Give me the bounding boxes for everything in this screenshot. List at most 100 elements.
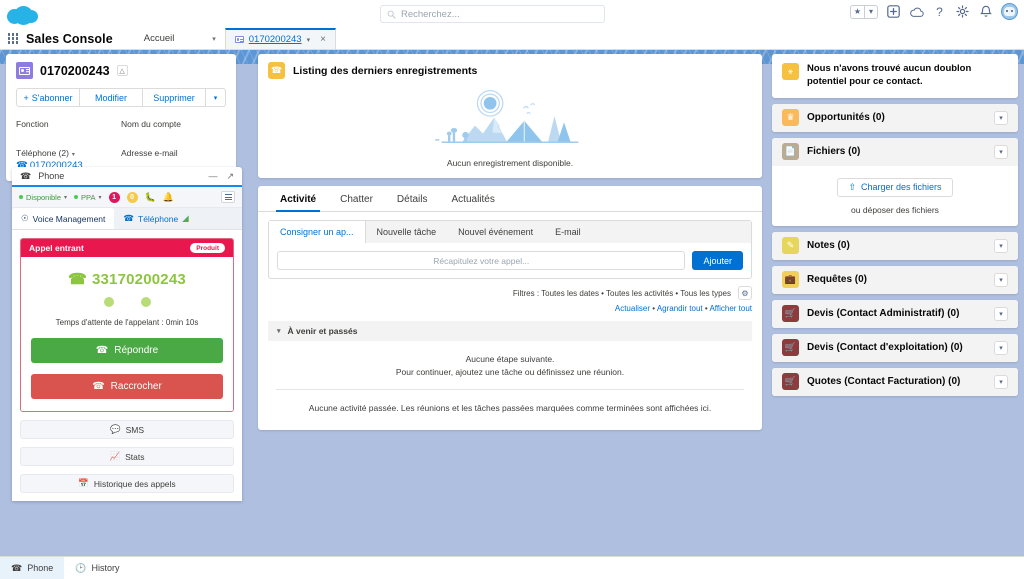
right-column: ⚹ Nous n'avons trouvé aucun doublon pote… <box>772 54 1018 402</box>
chevron-down-icon[interactable]: ▾ <box>64 194 67 201</box>
panel-header-quotes-facturation[interactable]: 🛒 Quotes (Contact Facturation) (0) ▾ <box>772 367 1018 396</box>
recordings-empty-text: Aucun enregistrement disponible. <box>446 158 574 168</box>
chevron-down-icon[interactable]: ▾ <box>864 5 877 18</box>
phone-widget-header[interactable]: ☎ Phone — ↗ <box>12 167 242 187</box>
chevron-down-icon[interactable]: ▾ <box>277 327 281 335</box>
panel-header-fichiers[interactable]: 📄 Fichiers (0) ▾ <box>772 137 1018 166</box>
search-placeholder-text: Recherchez... <box>401 8 460 20</box>
publisher-box: Consigner un ap... Nouvelle tâche Nouvel… <box>268 220 752 279</box>
tab-voice-management[interactable]: ☉ Voice Management <box>12 208 115 229</box>
avatar[interactable] <box>1001 3 1018 20</box>
hierarchy-icon[interactable]: △ <box>116 65 128 76</box>
sms-button[interactable]: 💬 SMS <box>20 420 234 439</box>
hamburger-icon[interactable] <box>221 191 235 203</box>
gear-icon[interactable] <box>955 4 970 19</box>
publisher-tab-log-call[interactable]: Consigner un ap... <box>269 221 366 243</box>
tab-label: Voice Management <box>32 213 106 224</box>
tab-activite[interactable]: Activité <box>268 186 328 212</box>
panel-header-requetes[interactable]: 💼 Requêtes (0) ▾ <box>772 265 1018 294</box>
favorites-group[interactable]: ★ ▾ <box>850 4 878 19</box>
chevron-down-icon[interactable]: ▾ <box>994 340 1008 355</box>
bug-icon[interactable]: 🐛 <box>145 192 156 203</box>
chevron-down-icon[interactable]: ▾ <box>72 152 75 158</box>
hangup-label: Raccrocher <box>110 381 162 392</box>
chevron-down-icon[interactable]: ▾ <box>307 36 311 44</box>
field-fonction: Fonction <box>16 119 121 129</box>
panel-header-notes[interactable]: ✎ Notes (0) ▾ <box>772 231 1018 260</box>
close-icon[interactable]: × <box>320 34 326 45</box>
popout-icon[interactable]: ↗ <box>226 171 234 182</box>
cloud-icon[interactable] <box>909 4 924 19</box>
panel-header-devis-exploitation[interactable]: 🛒 Devis (Contact d'exploitation) (0) ▾ <box>772 333 1018 362</box>
publisher-tabs: Consigner un ap... Nouvelle tâche Nouvel… <box>269 221 751 243</box>
chevron-down-icon[interactable]: ▾ <box>994 238 1008 253</box>
chevron-down-icon[interactable]: ▾ <box>994 374 1008 389</box>
panel-quotes-facturation: 🛒 Quotes (Contact Facturation) (0) ▾ <box>772 367 1018 396</box>
call-history-button[interactable]: 📅 Historique des appels <box>20 474 234 493</box>
filters-label: Filtres : Toutes les dates • Toutes les … <box>512 288 731 298</box>
tab-details[interactable]: Détails <box>385 186 440 211</box>
view-all-link[interactable]: Afficher tout <box>709 304 752 313</box>
publisher-tab-new-event[interactable]: Nouvel événement <box>447 221 544 243</box>
stats-button[interactable]: 📈 Stats <box>20 447 234 466</box>
plus-square-icon[interactable] <box>886 4 901 19</box>
upload-files-button[interactable]: ⇧ Charger des fichiers <box>837 177 953 197</box>
panel-header-devis-administratif[interactable]: 🛒 Devis (Contact Administratif) (0) ▾ <box>772 299 1018 328</box>
minimize-icon[interactable]: — <box>208 171 217 181</box>
panel-devis-exploitation: 🛒 Devis (Contact d'exploitation) (0) ▾ <box>772 333 1018 362</box>
chevron-down-icon[interactable]: ▾ <box>99 194 102 201</box>
nav-tab-0170200243[interactable]: 0170200243 ▾ × <box>224 28 336 49</box>
file-icon: 📄 <box>782 143 799 161</box>
chevron-down-icon[interactable]: ▾ <box>212 35 216 43</box>
app-launcher-icon[interactable] <box>0 28 26 49</box>
panel-header-opportunites[interactable]: ♛ Opportunités (0) ▾ <box>772 103 1018 132</box>
utility-label: History <box>91 563 120 573</box>
chevron-down-icon[interactable]: ▾ <box>994 144 1008 159</box>
utility-item-history[interactable]: 🕑 History <box>64 557 130 579</box>
clock-icon: 🕑 <box>75 562 87 573</box>
refresh-link[interactable]: Actualiser <box>615 304 650 313</box>
search-input[interactable]: Recherchez... <box>380 5 605 23</box>
calendar-icon: 📅 <box>78 478 89 488</box>
publisher-input-row: Récapitulez votre appel... Ajouter <box>269 243 751 278</box>
publisher-tab-email[interactable]: E-mail <box>544 221 592 243</box>
bell-icon[interactable] <box>978 4 993 19</box>
badge-red[interactable]: 1 <box>108 191 120 203</box>
question-icon[interactable]: ? <box>932 4 947 19</box>
edit-button[interactable]: Modifier <box>80 88 143 107</box>
chevron-down-icon[interactable]: ▾ <box>994 110 1008 125</box>
tab-label: Nouvelle tâche <box>376 227 437 237</box>
phone-widget-tabs: ☉ Voice Management ☎ Téléphone ◢ <box>12 208 242 230</box>
star-icon[interactable]: ★ <box>851 6 864 18</box>
delete-button[interactable]: Supprimer <box>143 88 206 107</box>
tab-chatter[interactable]: Chatter <box>328 186 385 211</box>
salesforce-cloud-logo[interactable] <box>0 0 44 28</box>
nav-tab-accueil[interactable]: Accueil ▾ <box>135 28 225 49</box>
chevron-down-icon[interactable]: ▾ <box>994 306 1008 321</box>
global-header: Recherchez... ★ ▾ ? <box>0 0 1024 28</box>
bell-icon[interactable]: 🔔 <box>163 192 174 203</box>
more-actions-button[interactable]: ▾ <box>206 88 226 107</box>
phone-hangup-icon: ☎ <box>92 381 105 392</box>
queue-status[interactable]: PPA ▾ <box>74 193 102 202</box>
subscribe-button[interactable]: + S'abonner <box>16 88 80 107</box>
note-icon: ✎ <box>782 237 799 255</box>
main-tab-strip: Activité Chatter Détails Actualités <box>258 186 762 212</box>
call-summary-input[interactable]: Récapitulez votre appel... <box>277 251 686 270</box>
badge-yellow[interactable]: 0 <box>126 191 138 203</box>
chevron-down-icon[interactable]: ▾ <box>994 272 1008 287</box>
gear-icon[interactable]: ⚙ <box>738 286 752 300</box>
add-button[interactable]: Ajouter <box>692 251 743 270</box>
upload-label: Charger des fichiers <box>861 182 942 193</box>
presence-status[interactable]: Disponible ▾ <box>19 193 67 202</box>
section-upcoming-past[interactable]: ▾ À venir et passés <box>268 321 752 341</box>
phone-widget-body: Appel entrant Produit ☎ 33170200243 Temp… <box>12 230 242 501</box>
page-title: 0170200243 <box>40 63 110 78</box>
answer-call-button[interactable]: ☎ Répondre <box>31 338 223 363</box>
hangup-call-button[interactable]: ☎ Raccrocher <box>31 374 223 399</box>
expand-all-link[interactable]: Agrandir tout <box>657 304 703 313</box>
utility-item-phone[interactable]: ☎ Phone <box>0 557 65 579</box>
publisher-tab-new-task[interactable]: Nouvelle tâche <box>366 221 448 243</box>
tab-telephone[interactable]: ☎ Téléphone ◢ <box>114 208 197 229</box>
tab-actualites[interactable]: Actualités <box>440 186 507 211</box>
